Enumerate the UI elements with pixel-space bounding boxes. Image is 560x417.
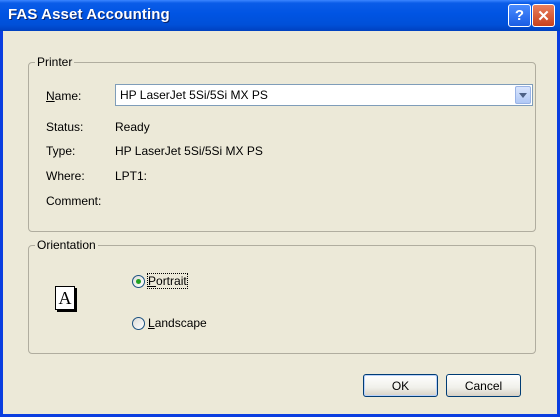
help-icon: ? xyxy=(514,7,525,24)
orientation-group-legend: Orientation xyxy=(35,238,98,252)
portrait-page-icon: A xyxy=(55,286,75,310)
printer-name-value: HP LaserJet 5Si/5Si MX PS xyxy=(120,88,268,102)
help-button[interactable]: ? xyxy=(508,4,531,27)
window-title: FAS Asset Accounting xyxy=(8,6,170,23)
type-label: Type: xyxy=(46,144,76,158)
print-setup-dialog: FAS Asset Accounting ? ✕ Printer Name: H… xyxy=(0,0,560,417)
chevron-down-icon[interactable] xyxy=(515,86,531,104)
status-label: Status: xyxy=(46,120,84,134)
orientation-group: Orientation A Portrait Landscape xyxy=(28,238,536,354)
close-button[interactable]: ✕ xyxy=(532,4,555,27)
where-value: LPT1: xyxy=(115,169,148,183)
ok-button[interactable]: OK xyxy=(363,374,438,397)
status-value: Ready xyxy=(115,120,150,134)
type-value: HP LaserJet 5Si/5Si MX PS xyxy=(115,144,263,158)
landscape-radio[interactable] xyxy=(132,317,145,330)
cancel-button[interactable]: Cancel xyxy=(446,374,521,397)
printer-group: Printer Name: HP LaserJet 5Si/5Si MX PS … xyxy=(28,55,536,232)
name-label: Name: xyxy=(46,89,82,103)
close-icon: ✕ xyxy=(537,7,550,25)
title-bar[interactable]: FAS Asset Accounting ? ✕ xyxy=(0,0,560,31)
printer-group-legend: Printer xyxy=(35,55,75,69)
printer-name-combobox[interactable]: HP LaserJet 5Si/5Si MX PS xyxy=(115,84,533,106)
comment-label: Comment: xyxy=(46,194,102,208)
portrait-radio[interactable] xyxy=(132,275,145,288)
where-label: Where: xyxy=(46,169,85,183)
landscape-radio-label[interactable]: Landscape xyxy=(148,316,207,330)
portrait-radio-label[interactable]: Portrait xyxy=(147,273,188,289)
